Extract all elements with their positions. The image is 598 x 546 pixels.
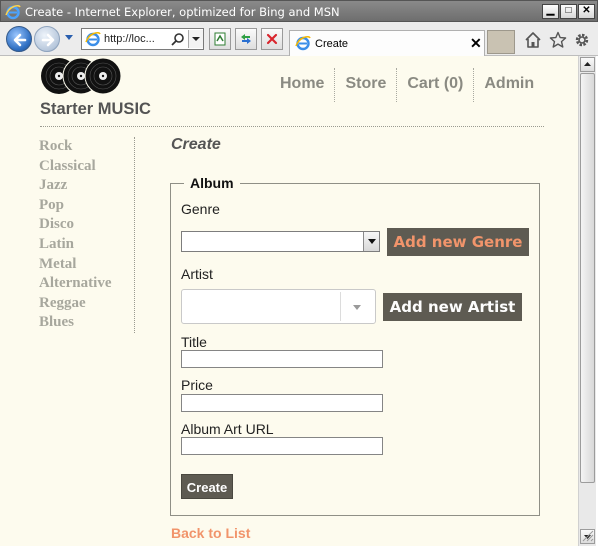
forward-icon [41, 33, 55, 47]
forward-button[interactable] [34, 26, 60, 52]
title-label: Title [181, 334, 207, 350]
favorites-star-icon[interactable] [549, 31, 567, 49]
nav-cart-link[interactable]: Cart (0) [397, 68, 475, 102]
album-art-url-input[interactable] [181, 437, 383, 455]
chevron-down-icon [368, 239, 376, 244]
genre-select-arrow[interactable] [363, 232, 379, 251]
resize-grip-icon[interactable] [580, 528, 594, 542]
add-genre-button[interactable]: Add new Genre [387, 228, 529, 256]
vertical-scrollbar[interactable] [578, 56, 596, 546]
artist-select-divider [340, 292, 341, 321]
genre-link-jazz[interactable]: Jazz [39, 176, 134, 196]
refresh-button[interactable] [235, 28, 257, 50]
stop-icon [266, 33, 278, 45]
main-nav: Home Store Cart (0) Admin [270, 68, 544, 102]
nav-store-link[interactable]: Store [335, 68, 398, 102]
page-title: Create [171, 136, 221, 153]
window-title: Create - Internet Explorer, optimized fo… [25, 5, 340, 19]
url-text: http://loc... [104, 33, 155, 45]
compat-view-icon [214, 32, 226, 46]
back-icon [13, 33, 27, 47]
fieldset-legend: Album [184, 175, 240, 191]
chevron-down-icon [353, 305, 361, 310]
browser-tab-create[interactable]: Create ✕ [289, 30, 485, 56]
album-art-url-label: Album Art URL [181, 421, 274, 437]
title-input[interactable] [181, 350, 383, 368]
genre-sidebar: Rock Classical Jazz Pop Disco Latin Meta… [39, 137, 135, 333]
header-divider [40, 126, 544, 127]
genre-label: Genre [181, 201, 220, 217]
home-icon[interactable] [524, 31, 542, 49]
address-bar[interactable]: http://loc... [81, 28, 204, 50]
close-window-button[interactable]: ✕ [578, 4, 595, 19]
vinyl-records-logo-icon [41, 57, 122, 95]
chevron-up-icon [584, 62, 591, 66]
chevron-down-icon [192, 37, 200, 41]
address-dropdown[interactable] [188, 30, 203, 48]
genre-link-classical[interactable]: Classical [39, 157, 134, 177]
genre-link-metal[interactable]: Metal [39, 255, 134, 275]
nav-home-link[interactable]: Home [270, 68, 336, 102]
nav-admin-link[interactable]: Admin [474, 68, 544, 102]
back-to-list-link[interactable]: Back to List [171, 525, 250, 541]
genre-link-disco[interactable]: Disco [39, 215, 134, 235]
maximize-button[interactable]: □ [560, 4, 577, 19]
tab-title: Create [315, 38, 349, 50]
ie-tab-icon [295, 35, 311, 51]
minimize-button[interactable]: ▁ [542, 4, 559, 19]
genre-link-alternative[interactable]: Alternative [39, 274, 134, 294]
history-dropdown-icon[interactable] [64, 34, 74, 42]
add-artist-button[interactable]: Add new Artist [383, 293, 522, 321]
site-title: Starter MUSIC [40, 100, 151, 118]
price-label: Price [181, 377, 213, 393]
refresh-icon [241, 34, 251, 44]
genre-link-blues[interactable]: Blues [39, 313, 134, 333]
compatibility-view-button[interactable] [209, 28, 231, 50]
genre-link-rock[interactable]: Rock [39, 137, 134, 157]
search-icon[interactable] [171, 32, 185, 46]
window-titlebar: Create - Internet Explorer, optimized fo… [0, 0, 598, 22]
page-viewport: Starter MUSIC Home Store Cart (0) Admin … [0, 56, 578, 546]
genre-select[interactable] [181, 231, 380, 252]
ie-icon [5, 4, 21, 20]
price-input[interactable] [181, 394, 383, 412]
genre-link-pop[interactable]: Pop [39, 196, 134, 216]
gear-icon[interactable] [573, 31, 591, 49]
scroll-thumb[interactable] [580, 73, 595, 483]
genre-link-latin[interactable]: Latin [39, 235, 134, 255]
back-button[interactable] [6, 26, 32, 52]
stop-button[interactable] [261, 28, 283, 50]
artist-select[interactable] [181, 289, 376, 324]
create-button[interactable]: Create [181, 474, 233, 499]
ie-page-icon [85, 31, 101, 47]
genre-link-reggae[interactable]: Reggae [39, 294, 134, 314]
scroll-up-button[interactable] [580, 57, 595, 72]
new-tab-button[interactable] [487, 30, 515, 54]
close-tab-icon[interactable]: ✕ [470, 31, 482, 55]
artist-label: Artist [181, 266, 213, 282]
